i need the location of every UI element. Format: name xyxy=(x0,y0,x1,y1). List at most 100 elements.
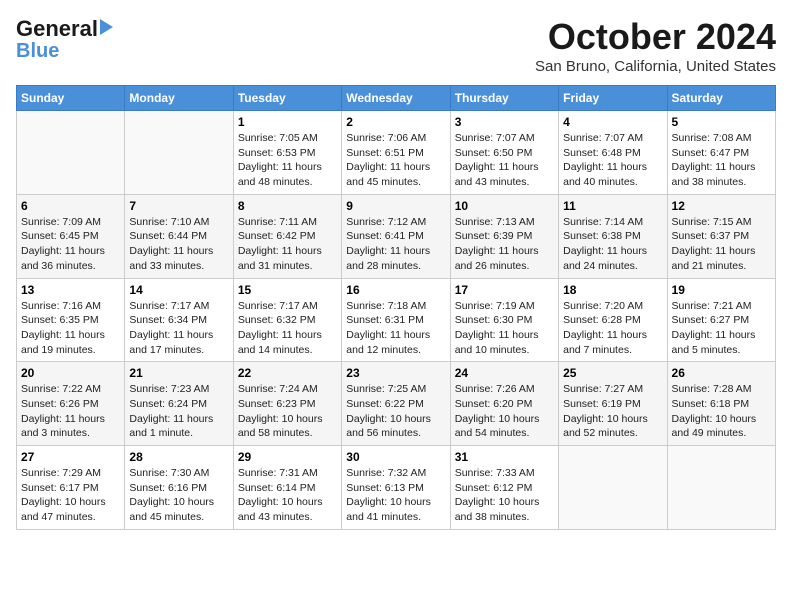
day-number: 23 xyxy=(346,366,445,380)
day-info: Sunrise: 7:33 AM Sunset: 6:12 PM Dayligh… xyxy=(455,466,554,525)
calendar-cell: 7Sunrise: 7:10 AM Sunset: 6:44 PM Daylig… xyxy=(125,194,233,278)
day-info: Sunrise: 7:28 AM Sunset: 6:18 PM Dayligh… xyxy=(672,382,771,441)
day-info: Sunrise: 7:17 AM Sunset: 6:32 PM Dayligh… xyxy=(238,299,337,358)
calendar-week-row: 6 Sunrise: 7:09 AM Sunset: 6:45 PM Daylig… xyxy=(17,194,776,278)
calendar-cell: 24 Sunrise: 7:26 AM Sunset: 6:20 PM Dayli… xyxy=(450,362,558,446)
day-info: Sunrise: 7:17 AM Sunset: 6:34 PM Dayligh… xyxy=(129,299,228,358)
day-number: 2 xyxy=(346,115,445,129)
day-of-week-header: Sunday xyxy=(17,86,125,111)
day-number: 28 xyxy=(129,450,228,464)
day-number: 20 xyxy=(21,366,120,380)
day-info: Sunrise: 7:11 AM Sunset: 6:42 PM Dayligh… xyxy=(238,215,337,274)
day-number: 26 xyxy=(672,366,771,380)
calendar-cell: 3 Sunrise: 7:07 AM Sunset: 6:50 PM Daylig… xyxy=(450,111,558,195)
calendar-week-row: 20 Sunrise: 7:22 AM Sunset: 6:26 PM Dayli… xyxy=(17,362,776,446)
calendar-cell: 26 Sunrise: 7:28 AM Sunset: 6:18 PM Dayli… xyxy=(667,362,775,446)
calendar-cell xyxy=(17,111,125,195)
calendar-cell: 19 Sunrise: 7:21 AM Sunset: 6:27 PM Dayli… xyxy=(667,278,775,362)
day-number: 12 xyxy=(672,199,771,213)
day-number: 9 xyxy=(346,199,445,213)
day-number: 17 xyxy=(455,283,554,297)
page-subtitle: San Bruno, California, United States xyxy=(535,58,776,75)
day-info: Sunrise: 7:24 AM Sunset: 6:23 PM Dayligh… xyxy=(238,382,337,441)
day-number: 4 xyxy=(563,115,662,129)
day-info: Sunrise: 7:29 AM Sunset: 6:17 PM Dayligh… xyxy=(21,466,120,525)
day-number: 19 xyxy=(672,283,771,297)
day-number: 10 xyxy=(455,199,554,213)
day-info: Sunrise: 7:14 AM Sunset: 6:38 PM Dayligh… xyxy=(563,215,662,274)
calendar-cell: 1 Sunrise: 7:05 AM Sunset: 6:53 PM Daylig… xyxy=(233,111,341,195)
day-number: 8 xyxy=(238,199,337,213)
day-info: Sunrise: 7:09 AM Sunset: 6:45 PM Dayligh… xyxy=(21,215,120,274)
title-block: October 2024 San Bruno, California, Unit… xyxy=(535,16,776,75)
calendar-header-row: SundayMondayTuesdayWednesdayThursdayFrid… xyxy=(17,86,776,111)
calendar-cell: 21 Sunrise: 7:23 AM Sunset: 6:24 PM Dayli… xyxy=(125,362,233,446)
calendar-table: SundayMondayTuesdayWednesdayThursdayFrid… xyxy=(16,85,776,530)
day-info: Sunrise: 7:30 AM Sunset: 6:16 PM Dayligh… xyxy=(129,466,228,525)
calendar-cell: 28 Sunrise: 7:30 AM Sunset: 6:16 PM Dayli… xyxy=(125,446,233,530)
page-header: General Blue October 2024 San Bruno, Cal… xyxy=(16,16,776,75)
calendar-cell: 15 Sunrise: 7:17 AM Sunset: 6:32 PM Dayli… xyxy=(233,278,341,362)
calendar-cell: 14 Sunrise: 7:17 AM Sunset: 6:34 PM Dayli… xyxy=(125,278,233,362)
calendar-cell: 6 Sunrise: 7:09 AM Sunset: 6:45 PM Daylig… xyxy=(17,194,125,278)
day-info: Sunrise: 7:25 AM Sunset: 6:22 PM Dayligh… xyxy=(346,382,445,441)
calendar-cell: 12 Sunrise: 7:15 AM Sunset: 6:37 PM Dayli… xyxy=(667,194,775,278)
calendar-week-row: 13Sunrise: 7:16 AM Sunset: 6:35 PM Dayli… xyxy=(17,278,776,362)
calendar-cell: 23 Sunrise: 7:25 AM Sunset: 6:22 PM Dayli… xyxy=(342,362,450,446)
calendar-cell: 17 Sunrise: 7:19 AM Sunset: 6:30 PM Dayli… xyxy=(450,278,558,362)
day-info: Sunrise: 7:22 AM Sunset: 6:26 PM Dayligh… xyxy=(21,382,120,441)
logo-blue: Blue xyxy=(16,40,59,63)
day-number: 3 xyxy=(455,115,554,129)
day-info: Sunrise: 7:15 AM Sunset: 6:37 PM Dayligh… xyxy=(672,215,771,274)
day-number: 6 xyxy=(21,199,120,213)
day-number: 16 xyxy=(346,283,445,297)
day-info: Sunrise: 7:07 AM Sunset: 6:50 PM Dayligh… xyxy=(455,131,554,190)
calendar-cell: 10 Sunrise: 7:13 AM Sunset: 6:39 PM Dayli… xyxy=(450,194,558,278)
calendar-cell: 31 Sunrise: 7:33 AM Sunset: 6:12 PM Dayli… xyxy=(450,446,558,530)
calendar-cell: 8 Sunrise: 7:11 AM Sunset: 6:42 PM Daylig… xyxy=(233,194,341,278)
page-title: October 2024 xyxy=(535,16,776,58)
day-number: 15 xyxy=(238,283,337,297)
calendar-week-row: 1 Sunrise: 7:05 AM Sunset: 6:53 PM Daylig… xyxy=(17,111,776,195)
day-info: Sunrise: 7:16 AM Sunset: 6:35 PM Dayligh… xyxy=(21,299,120,358)
day-info: Sunrise: 7:06 AM Sunset: 6:51 PM Dayligh… xyxy=(346,131,445,190)
day-info: Sunrise: 7:21 AM Sunset: 6:27 PM Dayligh… xyxy=(672,299,771,358)
calendar-cell: 29Sunrise: 7:31 AM Sunset: 6:14 PM Dayli… xyxy=(233,446,341,530)
day-number: 18 xyxy=(563,283,662,297)
logo-general: General xyxy=(16,16,98,42)
day-info: Sunrise: 7:26 AM Sunset: 6:20 PM Dayligh… xyxy=(455,382,554,441)
day-of-week-header: Thursday xyxy=(450,86,558,111)
calendar-cell: 20 Sunrise: 7:22 AM Sunset: 6:26 PM Dayli… xyxy=(17,362,125,446)
day-number: 1 xyxy=(238,115,337,129)
day-info: Sunrise: 7:12 AM Sunset: 6:41 PM Dayligh… xyxy=(346,215,445,274)
day-info: Sunrise: 7:13 AM Sunset: 6:39 PM Dayligh… xyxy=(455,215,554,274)
calendar-cell: 30 Sunrise: 7:32 AM Sunset: 6:13 PM Dayli… xyxy=(342,446,450,530)
day-info: Sunrise: 7:10 AM Sunset: 6:44 PM Dayligh… xyxy=(129,215,228,274)
day-number: 21 xyxy=(129,366,228,380)
day-of-week-header: Wednesday xyxy=(342,86,450,111)
day-number: 27 xyxy=(21,450,120,464)
day-number: 14 xyxy=(129,283,228,297)
day-info: Sunrise: 7:07 AM Sunset: 6:48 PM Dayligh… xyxy=(563,131,662,190)
calendar-cell: 2 Sunrise: 7:06 AM Sunset: 6:51 PM Daylig… xyxy=(342,111,450,195)
day-number: 25 xyxy=(563,366,662,380)
day-info: Sunrise: 7:20 AM Sunset: 6:28 PM Dayligh… xyxy=(563,299,662,358)
calendar-cell: 13Sunrise: 7:16 AM Sunset: 6:35 PM Dayli… xyxy=(17,278,125,362)
day-info: Sunrise: 7:18 AM Sunset: 6:31 PM Dayligh… xyxy=(346,299,445,358)
day-number: 30 xyxy=(346,450,445,464)
day-info: Sunrise: 7:19 AM Sunset: 6:30 PM Dayligh… xyxy=(455,299,554,358)
day-number: 24 xyxy=(455,366,554,380)
day-number: 31 xyxy=(455,450,554,464)
calendar-cell: 9 Sunrise: 7:12 AM Sunset: 6:41 PM Daylig… xyxy=(342,194,450,278)
day-info: Sunrise: 7:05 AM Sunset: 6:53 PM Dayligh… xyxy=(238,131,337,190)
calendar-cell: 27 Sunrise: 7:29 AM Sunset: 6:17 PM Dayli… xyxy=(17,446,125,530)
day-number: 22 xyxy=(238,366,337,380)
day-info: Sunrise: 7:23 AM Sunset: 6:24 PM Dayligh… xyxy=(129,382,228,441)
calendar-cell: 25Sunrise: 7:27 AM Sunset: 6:19 PM Dayli… xyxy=(559,362,667,446)
day-info: Sunrise: 7:32 AM Sunset: 6:13 PM Dayligh… xyxy=(346,466,445,525)
calendar-cell: 5Sunrise: 7:08 AM Sunset: 6:47 PM Daylig… xyxy=(667,111,775,195)
calendar-cell: 4 Sunrise: 7:07 AM Sunset: 6:48 PM Daylig… xyxy=(559,111,667,195)
calendar-cell xyxy=(125,111,233,195)
day-number: 5 xyxy=(672,115,771,129)
calendar-cell: 22 Sunrise: 7:24 AM Sunset: 6:23 PM Dayli… xyxy=(233,362,341,446)
